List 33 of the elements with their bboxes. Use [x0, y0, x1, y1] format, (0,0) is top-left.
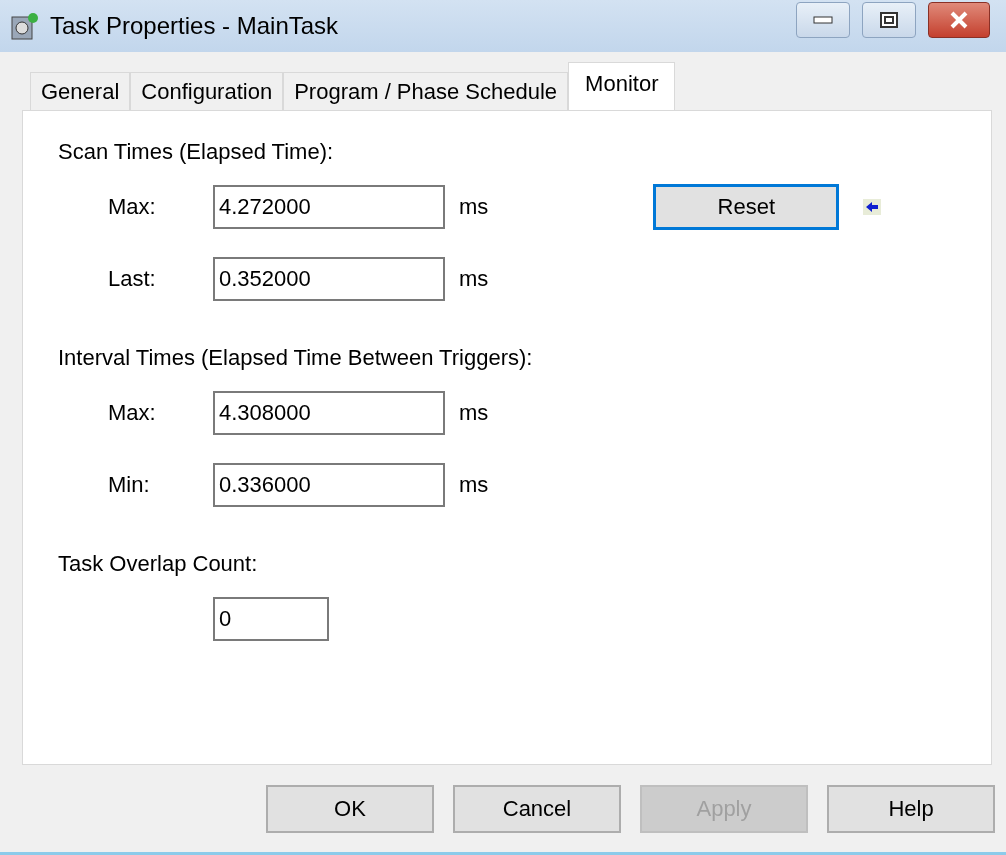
unit-label: ms	[459, 266, 489, 292]
unit-label: ms	[459, 194, 489, 220]
close-icon	[949, 11, 969, 29]
tab[interactable]: Configuration	[130, 72, 284, 110]
tab[interactable]: Program / Phase Schedule	[283, 72, 569, 110]
dialog-button[interactable]: OK	[266, 785, 434, 833]
input-field[interactable]: 4.272000	[213, 185, 445, 229]
unit-label: ms	[459, 400, 489, 426]
input-field[interactable]: 0.352000	[213, 257, 445, 301]
minimize-icon	[813, 16, 833, 24]
input-field[interactable]: 0.336000	[213, 463, 445, 507]
section-title: Interval Times (Elapsed Time Between Triggers):	[58, 345, 534, 371]
tab[interactable]: Monitor	[568, 62, 676, 110]
window-title: Task Properties - MainTask	[50, 12, 340, 40]
minimize-button[interactable]	[796, 2, 850, 38]
tab[interactable]: General	[30, 72, 131, 110]
reset-button[interactable]: Reset	[653, 184, 840, 230]
arrow-icon	[863, 199, 882, 215]
section-title: Scan Times (Elapsed Time):	[58, 139, 335, 165]
dialog-button[interactable]: Help	[827, 785, 995, 833]
maximize-button[interactable]	[862, 2, 916, 38]
field-label: Max:	[108, 194, 157, 220]
maximize-icon	[880, 12, 898, 28]
app-icon	[10, 11, 40, 41]
input-field[interactable]: 4.308000	[213, 391, 445, 435]
field-label: Min:	[108, 472, 151, 498]
section-title: Task Overlap Count:	[58, 551, 259, 577]
field-label: Last:	[108, 266, 157, 292]
unit-label: ms	[459, 472, 489, 498]
input-field[interactable]: 0	[213, 597, 329, 641]
dialog-button[interactable]: Cancel	[453, 785, 621, 833]
close-button[interactable]	[928, 2, 990, 38]
field-label: Max:	[108, 400, 157, 426]
